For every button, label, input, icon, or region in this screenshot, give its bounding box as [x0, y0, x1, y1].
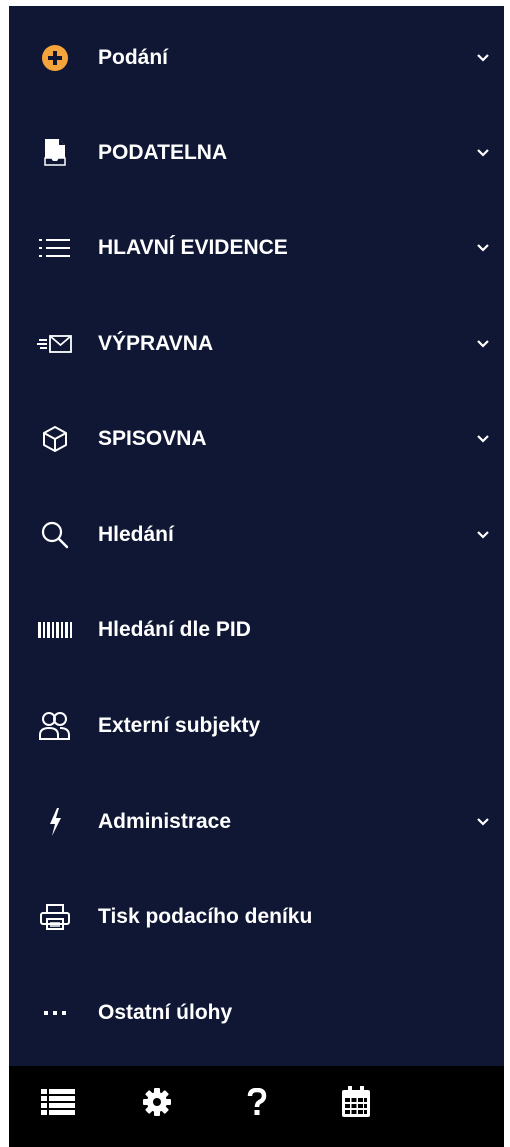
- menu-item-label: VÝPRAVNA: [98, 332, 214, 355]
- printer-icon: [37, 899, 73, 935]
- chevron-down-icon: [476, 146, 490, 160]
- calendar-button[interactable]: [333, 1081, 379, 1127]
- lightning-icon: [37, 804, 73, 840]
- menu-item-label: Ostatní úlohy: [98, 1001, 233, 1024]
- list-icon: [37, 230, 73, 266]
- menu-item-hlavni-evidence[interactable]: HLAVNÍ EVIDENCE: [9, 218, 504, 278]
- menu-item-label: Hledání dle PID: [98, 618, 251, 641]
- menu-item-label: Externí subjekty: [98, 714, 261, 737]
- barcode-icon: [37, 612, 73, 648]
- search-icon: [37, 517, 73, 553]
- sidebar-menu: Podání PODATELNA HLAVNÍ EVIDENCE VÝPRAVN…: [9, 6, 504, 1066]
- send-envelope-icon: [37, 326, 73, 362]
- chevron-down-icon: [476, 241, 490, 255]
- chevron-down-icon: [476, 528, 490, 542]
- chevron-down-icon: [476, 432, 490, 446]
- menu-item-tisk-podaciho-deniku[interactable]: Tisk podacího deníku: [9, 887, 504, 947]
- menu-item-hledani[interactable]: Hledání: [9, 505, 504, 565]
- calendar-icon: [341, 1085, 371, 1123]
- archive-box-icon: [37, 421, 73, 457]
- list-icon: [41, 1088, 75, 1121]
- menu-item-label: Hledání: [98, 523, 174, 546]
- menu-item-vypravna[interactable]: VÝPRAVNA: [9, 314, 504, 374]
- menu-item-hledani-pid[interactable]: Hledání dle PID: [9, 600, 504, 660]
- menu-item-label: HLAVNÍ EVIDENCE: [98, 236, 288, 259]
- gear-icon: [143, 1087, 171, 1121]
- list-view-button[interactable]: [35, 1081, 81, 1127]
- help-button[interactable]: [234, 1081, 280, 1127]
- menu-item-label: SPISOVNA: [98, 427, 207, 450]
- chevron-down-icon: [476, 51, 490, 65]
- help-icon: [247, 1087, 267, 1121]
- menu-item-externi-subjekty[interactable]: Externí subjekty: [9, 696, 504, 756]
- chevron-down-icon: [476, 815, 490, 829]
- more-dots-icon: [37, 995, 73, 1031]
- menu-item-ostatni-ulohy[interactable]: Ostatní úlohy: [9, 983, 504, 1043]
- menu-item-label: PODATELNA: [98, 141, 228, 164]
- menu-item-label: Podání: [98, 46, 169, 69]
- bottom-toolbar: [9, 1066, 504, 1147]
- chevron-down-icon: [476, 337, 490, 351]
- menu-item-label: Tisk podacího deníku: [98, 905, 313, 928]
- menu-item-label: Administrace: [98, 810, 232, 833]
- menu-item-administrace[interactable]: Administrace: [9, 792, 504, 852]
- menu-item-podani[interactable]: Podání: [9, 28, 504, 88]
- users-icon: [37, 708, 73, 744]
- settings-button[interactable]: [134, 1081, 180, 1127]
- menu-item-podatelna[interactable]: PODATELNA: [9, 123, 504, 183]
- menu-item-spisovna[interactable]: SPISOVNA: [9, 409, 504, 469]
- plus-circle-icon: [37, 40, 73, 76]
- document-inbox-icon: [37, 135, 73, 171]
